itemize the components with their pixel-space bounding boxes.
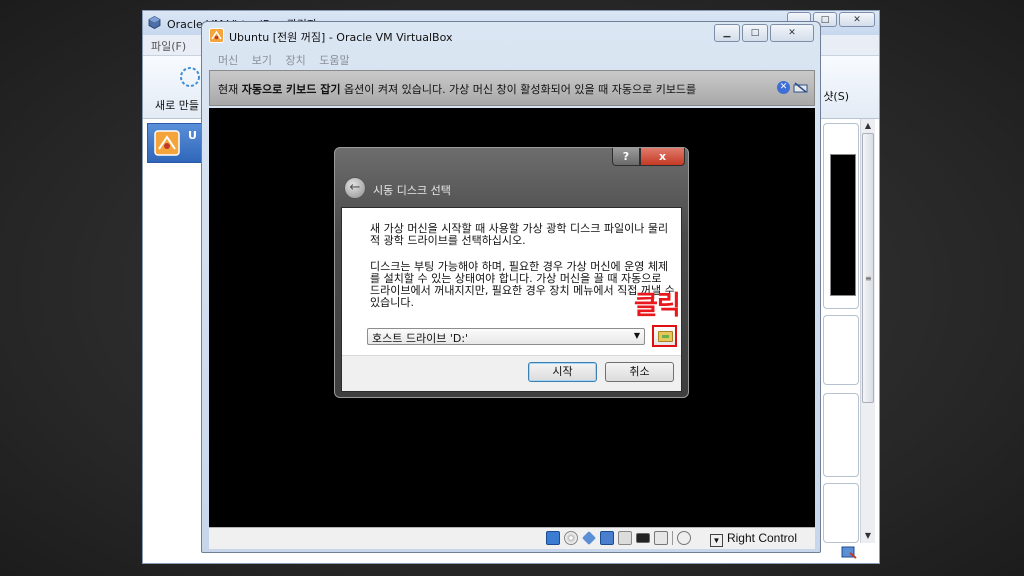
- menu-file[interactable]: 파일(F): [151, 38, 186, 54]
- network-icon[interactable]: [618, 531, 632, 545]
- vm-statusbar: ▼ Right Control: [209, 527, 815, 549]
- browse-disk-button[interactable]: [652, 325, 677, 347]
- dialog-help-button[interactable]: ?: [612, 148, 640, 166]
- back-arrow-icon[interactable]: ←: [344, 177, 366, 199]
- ubuntu-window-icon: [209, 28, 224, 43]
- chevron-down-icon: ▼: [633, 331, 640, 340]
- close-button[interactable]: ✕: [839, 12, 875, 27]
- new-vm-label[interactable]: 새로 만들: [155, 97, 199, 113]
- host-key-label: Right Control: [726, 531, 797, 545]
- dialog-body: 새 가상 머신을 시작할 때 사용할 가상 광학 디스크 파일이나 물리적 광학…: [341, 207, 682, 392]
- ubuntu-vm-icon: [154, 130, 180, 156]
- scroll-down-icon[interactable]: ▼: [861, 529, 875, 543]
- manager-scrollbar[interactable]: ▲ ≡ ▼: [860, 119, 875, 543]
- optical-drive-icon[interactable]: [564, 531, 578, 545]
- recording-icon[interactable]: [654, 531, 668, 545]
- scroll-up-icon[interactable]: ▲: [861, 119, 875, 133]
- notice-bold: 자동으로 키보드 잡기: [241, 83, 341, 96]
- details-box-2: [823, 393, 859, 477]
- details-box-1: [823, 315, 859, 385]
- drive-select-value: 호스트 드라이브 'D:': [372, 332, 469, 345]
- status-separator: [672, 531, 673, 545]
- keyboard-capture-icon: [793, 82, 808, 93]
- startup-disk-dialog: ? x ← 시동 디스크 선택 새 가상 머신을 시작할 때 사용할 가상 광학…: [334, 147, 689, 398]
- notice-prefix: 현재: [218, 83, 242, 96]
- vm-menubar: 머신 보기 장치 도움말: [208, 49, 814, 67]
- vm-minimize-button[interactable]: ▁: [714, 24, 740, 42]
- menu-machine[interactable]: 머신: [218, 52, 238, 68]
- dialog-close-button[interactable]: x: [640, 148, 685, 166]
- keyboard-capture-notice: 현재 자동으로 키보드 잡기 옵션이 켜져 있습니다. 가상 머신 창이 활성화…: [209, 70, 815, 106]
- usb-icon[interactable]: [582, 531, 596, 545]
- folder-icon: [658, 331, 673, 342]
- mouse-integration-icon[interactable]: [677, 531, 691, 545]
- start-button[interactable]: 시작: [528, 362, 597, 382]
- dialog-description-2: 디스크는 부팅 가능해야 하며, 필요한 경우 가상 머신에 운영 체제를 설치…: [370, 260, 675, 309]
- vm-window-controls: ▁ □ ✕: [714, 24, 814, 42]
- vm-window-title: Ubuntu [전원 꺼짐] - Oracle VM VirtualBox: [229, 31, 453, 44]
- dialog-description-1: 새 가상 머신을 시작할 때 사용할 가상 광학 디스크 파일이나 물리적 광학…: [370, 222, 669, 247]
- new-vm-icon[interactable]: [179, 66, 201, 88]
- notice-suffix: 옵션이 켜져 있습니다. 가상 머신 창이 활성화되어 있을 때 자동으로 키보…: [340, 83, 697, 96]
- vm-list-item-label: U: [188, 129, 197, 142]
- shared-folders-icon[interactable]: [600, 531, 614, 545]
- preview-screen: [830, 154, 856, 296]
- host-key-arrow-icon: ▼: [709, 534, 723, 547]
- click-annotation: 클릭: [634, 291, 681, 321]
- status-icons: [546, 531, 691, 545]
- display-icon[interactable]: [636, 533, 650, 543]
- host-key-indicator: ▼ Right Control: [709, 531, 797, 547]
- drive-select[interactable]: 호스트 드라이브 'D:' ▼: [367, 328, 645, 345]
- snapshot-label[interactable]: 샷(S): [823, 88, 849, 104]
- snapshot-corner-icon: [841, 546, 857, 559]
- hard-disk-icon[interactable]: [546, 531, 560, 545]
- dialog-title: 시동 디스크 선택: [373, 184, 451, 197]
- details-panel: [823, 119, 859, 543]
- cancel-button[interactable]: 취소: [605, 362, 674, 382]
- preview-box: [823, 123, 859, 309]
- vm-close-button[interactable]: ✕: [770, 24, 814, 42]
- vm-list-item-ubuntu[interactable]: U: [147, 123, 209, 163]
- menu-view[interactable]: 보기: [252, 52, 272, 68]
- virtualbox-cube-icon: [148, 16, 161, 29]
- notice-close-icon[interactable]: ✕: [777, 81, 790, 94]
- notice-text: 현재 자동으로 키보드 잡기 옵션이 켜져 있습니다. 가상 머신 창이 활성화…: [218, 81, 696, 97]
- details-box-3: [823, 483, 859, 543]
- vm-maximize-button[interactable]: □: [742, 24, 768, 42]
- menu-devices[interactable]: 장치: [286, 52, 306, 68]
- menu-help[interactable]: 도움말: [319, 52, 349, 68]
- scroll-thumb[interactable]: ≡: [862, 133, 874, 403]
